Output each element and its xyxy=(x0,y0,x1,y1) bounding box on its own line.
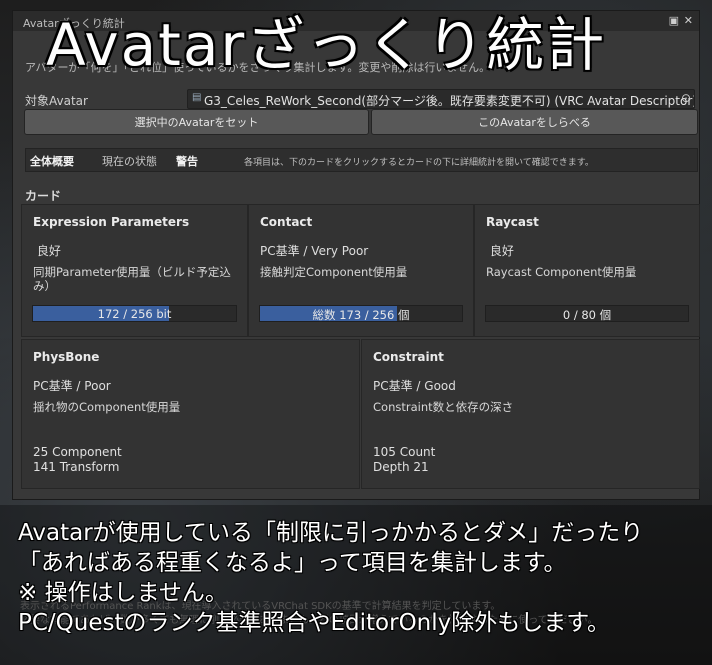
card-metric: Constraint数と依存の深さ xyxy=(373,400,514,414)
caption-line: Avatarが使用している「制限に引っかかるとダメ」だったり xyxy=(18,520,644,546)
card-status: PC基準 / Good xyxy=(373,379,456,393)
card-title: Contact xyxy=(260,215,313,229)
card-status: 良好 xyxy=(33,242,61,259)
close-icon[interactable]: ✕ xyxy=(684,14,693,27)
card-stat-components: 25 Component xyxy=(33,445,122,459)
tab-overview[interactable]: 全体概要 xyxy=(30,153,74,169)
usage-bar-text: 総数 173 / 256 個 xyxy=(312,308,410,322)
object-picker-icon[interactable]: ⊙ xyxy=(681,91,691,105)
card-stat-transforms: 141 Transform xyxy=(33,460,120,474)
card-stat-count: 105 Count xyxy=(373,445,436,459)
card-metric: 接触判定Component使用量 xyxy=(260,265,408,279)
card-status-text: 良好 xyxy=(489,244,514,258)
card-status: 良好 xyxy=(486,242,514,259)
card-metric: 同期Parameter使用量（ビルド予定込み） xyxy=(33,265,231,293)
tab-hint: 各項目は、下のカードをクリックするとカードの下に詳細統計を開いて確認できます。 xyxy=(244,158,594,168)
tab-current-state[interactable]: 現在の状態 xyxy=(102,153,157,169)
inspect-avatar-button[interactable]: このAvatarをしらべる xyxy=(371,109,698,135)
usage-bar: 総数 173 / 256 個 xyxy=(259,305,463,322)
target-avatar-label: 対象Avatar xyxy=(25,94,88,108)
tab-warnings[interactable]: 警告 xyxy=(176,153,198,169)
file-icon: ▤ xyxy=(192,92,202,103)
avatar-stats-window: Avatarざっくり統計 ▣ ✕ アバターが「何を」「どれ位」使っているかをざっ… xyxy=(12,10,700,500)
target-avatar-row: 対象Avatar ▤ G3_Celes_ReWork_Second(部分マージ後… xyxy=(25,89,695,109)
card-constraint[interactable]: Constraint PC基準 / Good Constraint数と依存の深さ… xyxy=(361,339,700,489)
caption-line: PC/Questのランク基準照合やEditorOnly除外もします。 xyxy=(18,610,610,636)
card-metric: 揺れ物のComponent使用量 xyxy=(33,400,181,414)
usage-bar: 172 / 256 bit xyxy=(32,305,237,322)
card-stat-depth: Depth 21 xyxy=(373,460,429,474)
target-avatar-value: G3_Celes_ReWork_Second(部分マージ後。既存要素変更不可) … xyxy=(204,94,695,108)
card-status-text: 良好 xyxy=(36,244,61,258)
caption-panel: Avatarが使用している「制限に引っかかるとダメ」だったり 「あればある程重く… xyxy=(0,505,712,665)
target-avatar-field[interactable]: ▤ G3_Celes_ReWork_Second(部分マージ後。既存要素変更不可… xyxy=(187,89,695,109)
usage-bar-text: 0 / 80 個 xyxy=(562,308,612,322)
card-title: Constraint xyxy=(373,350,444,364)
caption-line: 「あればある程重くなるよ」って項目を集計します。 xyxy=(18,550,567,576)
usage-bar-text: 172 / 256 bit xyxy=(97,307,172,321)
cards-section-label: カード xyxy=(25,189,62,203)
usage-bar: 0 / 80 個 xyxy=(485,305,689,322)
card-metric: Raycast Component使用量 xyxy=(486,265,637,279)
card-title: PhysBone xyxy=(33,350,100,364)
maximize-icon[interactable]: ▣ xyxy=(669,14,679,27)
overlay-title: Avatarざっくり統計 xyxy=(46,11,607,79)
tab-bar: 全体概要 現在の状態 警告 各項目は、下のカードをクリックするとカードの下に詳細… xyxy=(25,148,698,172)
card-physbone[interactable]: PhysBone PC基準 / Poor 揺れ物のComponent使用量 25… xyxy=(21,339,360,489)
card-raycast[interactable]: Raycast 良好 Raycast Component使用量 0 / 80 個 xyxy=(474,204,700,337)
caption-line: ※ 操作はしません。 xyxy=(18,580,228,606)
card-expression-parameters[interactable]: Expression Parameters 良好 同期Parameter使用量（… xyxy=(21,204,248,337)
card-status: PC基準 / Poor xyxy=(33,379,111,393)
card-status: PC基準 / Very Poor xyxy=(260,244,369,258)
card-title: Raycast xyxy=(486,215,539,229)
card-contact[interactable]: Contact PC基準 / Very Poor 接触判定Component使用… xyxy=(248,204,474,337)
card-title: Expression Parameters xyxy=(33,215,190,229)
set-selected-avatar-button[interactable]: 選択中のAvatarをセット xyxy=(24,109,369,135)
